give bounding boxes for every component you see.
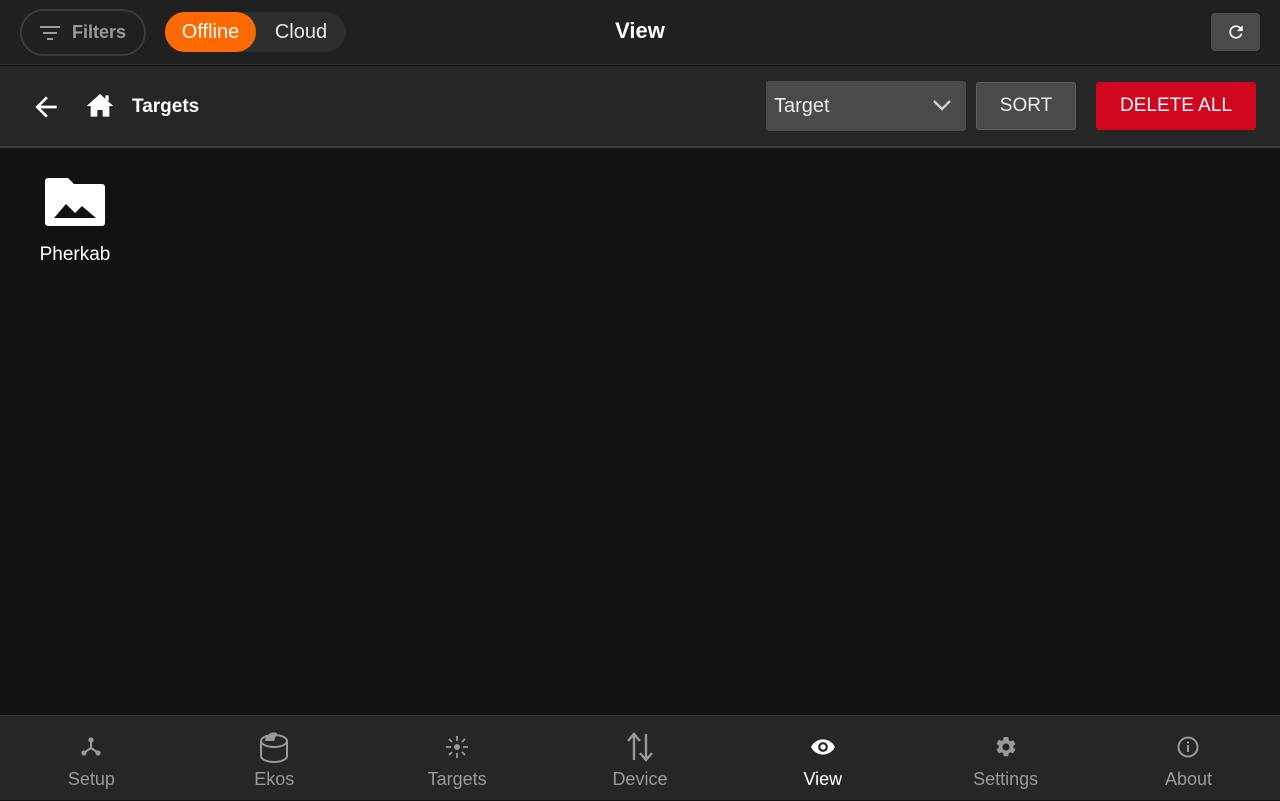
nav-item-setup[interactable]: Setup [0,716,183,801]
cloud-toggle-option[interactable]: Cloud [256,12,346,52]
filters-button[interactable]: Filters [20,9,146,56]
nav-item-ekos[interactable]: Ekos [183,716,366,801]
ekos-icon [260,732,289,763]
delete-all-button[interactable]: DELETE ALL [1096,82,1256,130]
bottom-navigation: Setup Ekos Targets Device View Settings … [0,715,1280,800]
top-app-bar: Filters Offline Cloud View [0,0,1280,65]
refresh-icon [1228,25,1243,39]
nav-label-targets: Targets [427,769,487,789]
breadcrumb: Targets [132,96,200,117]
nav-item-settings[interactable]: Settings [914,716,1097,801]
arrow-back-icon [35,96,57,118]
info-icon [1177,736,1199,758]
filters-label: Filters [72,22,127,42]
sort-field-value: Target [774,94,830,117]
image-folder-icon [45,178,105,226]
home-icon [86,94,114,117]
folder-item[interactable]: Pherkab [22,176,128,276]
device-icon [627,732,653,762]
nav-item-view[interactable]: View [731,716,914,801]
folder-name: Pherkab [39,244,111,265]
nav-item-targets[interactable]: Targets [366,716,549,801]
folder-grid: Pherkab [0,150,1280,715]
source-toggle: Offline Cloud [165,12,346,52]
chevron-down-icon [933,100,951,111]
setup-icon [81,737,102,756]
back-button[interactable] [30,91,62,123]
sort-field-select[interactable]: Target [766,81,966,131]
nav-label-setup: Setup [67,769,115,789]
refresh-button[interactable] [1211,13,1260,51]
gear-icon [996,736,1015,757]
toolbar: Targets Target SORT DELETE ALL [0,66,1280,148]
nav-label-settings: Settings [973,769,1039,789]
nav-item-about[interactable]: About [1097,716,1280,801]
nav-item-device[interactable]: Device [549,716,732,801]
home-button[interactable] [84,90,116,122]
nav-label-view: View [803,769,843,789]
eye-icon [810,739,835,755]
nav-label-ekos: Ekos [254,769,295,789]
sort-button[interactable]: SORT [976,82,1076,130]
nav-label-device: Device [612,769,668,789]
page-title: View [615,18,665,43]
nav-label-about: About [1164,769,1212,789]
offline-toggle-option[interactable]: Offline [165,12,256,52]
targets-icon [446,736,469,758]
filter-icon [40,25,60,40]
